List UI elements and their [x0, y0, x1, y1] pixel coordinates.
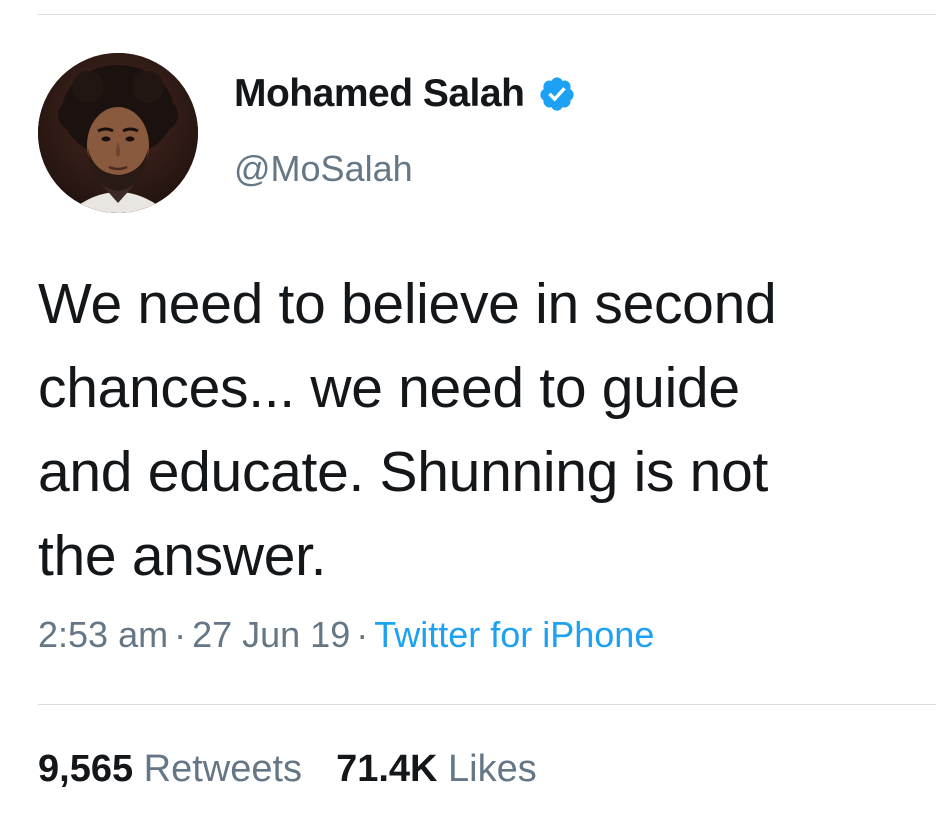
tweet-meta: 2:53 am · 27 Jun 19 · Twitter for iPhone [38, 614, 654, 656]
likes-label: Likes [448, 748, 537, 790]
verified-badge-icon [538, 75, 576, 113]
author-display-name[interactable]: Mohamed Salah [234, 72, 525, 116]
likes-count: 71.4K [336, 748, 438, 790]
avatar[interactable] [38, 53, 198, 213]
tweet-source-link[interactable]: Twitter for iPhone [374, 614, 654, 655]
tweet-text: We need to believe in second chances... … [38, 272, 777, 588]
retweets-label: Retweets [143, 748, 303, 790]
tweet-stats: 9,565 Retweets 71.4K Likes [38, 748, 537, 791]
meta-separator: · [356, 614, 369, 655]
author-name-row[interactable]: Mohamed Salah [234, 72, 576, 116]
retweets-count: 9,565 [38, 748, 134, 790]
tweet-date[interactable]: 27 Jun 19 [192, 614, 350, 655]
avatar-photo [38, 53, 198, 213]
likes-stat[interactable]: 71.4K Likes [336, 748, 537, 790]
meta-separator: · [174, 614, 187, 655]
top-divider [38, 14, 936, 15]
stats-divider [38, 704, 936, 705]
retweets-stat[interactable]: 9,565 Retweets [38, 748, 302, 790]
author-handle[interactable]: @MoSalah [234, 148, 413, 190]
tweet-time[interactable]: 2:53 am [38, 614, 168, 655]
